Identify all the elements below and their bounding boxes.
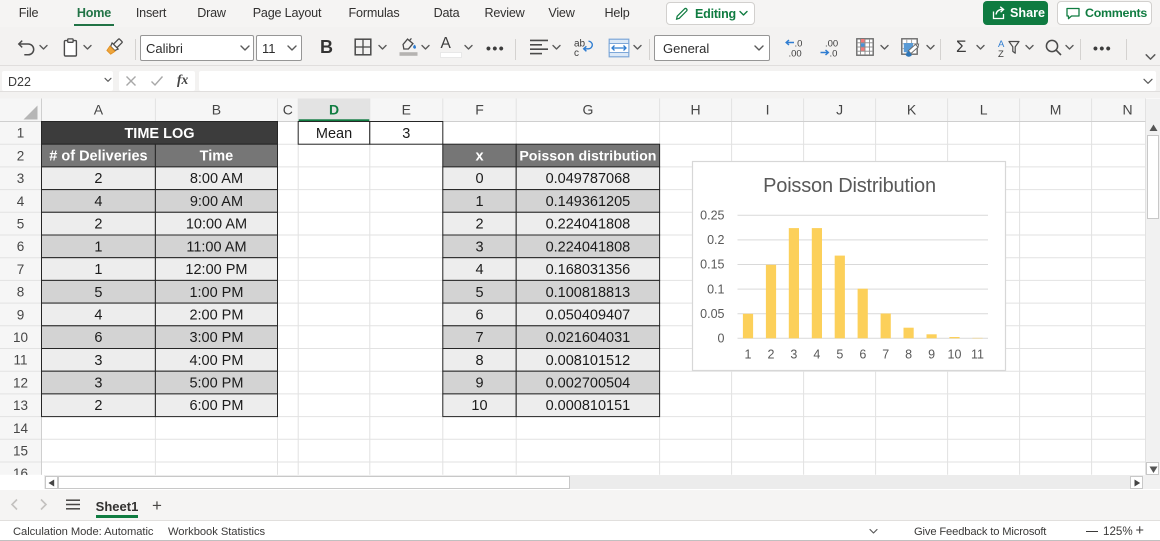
svg-text:2: 2 [768, 348, 775, 362]
svg-text:2:00 PM: 2:00 PM [189, 308, 243, 324]
svg-text:C: C [283, 102, 293, 118]
svg-text:L: L [980, 102, 988, 118]
svg-text:# of Deliveries: # of Deliveries [49, 149, 147, 165]
svg-text:x: x [475, 149, 483, 165]
svg-text:11: 11 [971, 348, 984, 362]
svg-text:1: 1 [94, 262, 102, 278]
svg-text:2: 2 [94, 171, 102, 187]
svg-text:10: 10 [948, 348, 962, 362]
svg-text:15: 15 [13, 444, 28, 459]
svg-text:3: 3 [94, 353, 102, 369]
svg-text:0: 0 [718, 332, 725, 346]
svg-text:J: J [836, 102, 843, 118]
svg-text:B: B [212, 102, 221, 118]
svg-text:8: 8 [905, 348, 912, 362]
svg-text:1: 1 [94, 239, 102, 255]
svg-text:12: 12 [13, 375, 28, 390]
svg-text:TIME LOG: TIME LOG [124, 126, 194, 142]
svg-text:8: 8 [17, 285, 25, 300]
svg-text:M: M [1050, 102, 1062, 118]
svg-text:5: 5 [17, 217, 25, 232]
svg-text:5: 5 [94, 285, 102, 301]
svg-text:1: 1 [475, 194, 483, 210]
svg-text:0.002700504: 0.002700504 [546, 376, 631, 392]
svg-text:2: 2 [475, 217, 483, 233]
svg-text:0.149361205: 0.149361205 [546, 194, 631, 210]
svg-text:6: 6 [17, 239, 25, 254]
svg-text:2: 2 [94, 398, 102, 414]
svg-text:4: 4 [17, 194, 25, 209]
svg-text:11: 11 [13, 353, 27, 368]
svg-text:0.168031356: 0.168031356 [546, 262, 631, 278]
svg-text:0.100818813: 0.100818813 [546, 285, 631, 301]
svg-text:6:00 PM: 6:00 PM [189, 398, 243, 414]
svg-text:G: G [582, 102, 593, 118]
svg-text:10:00 AM: 10:00 AM [186, 217, 247, 233]
svg-text:0.15: 0.15 [700, 258, 724, 272]
svg-text:4: 4 [813, 348, 820, 362]
svg-text:2: 2 [17, 148, 25, 163]
svg-text:5:00 PM: 5:00 PM [189, 376, 243, 392]
svg-text:A: A [94, 102, 104, 118]
svg-text:5: 5 [475, 285, 483, 301]
svg-text:6: 6 [475, 308, 483, 324]
svg-text:13: 13 [13, 398, 28, 413]
svg-text:4: 4 [94, 308, 102, 324]
svg-text:6: 6 [94, 330, 102, 346]
svg-text:4: 4 [475, 262, 483, 278]
svg-text:Poisson distribution: Poisson distribution [519, 149, 656, 165]
svg-text:9:00 AM: 9:00 AM [190, 194, 243, 210]
svg-text:K: K [907, 102, 917, 118]
svg-text:0.2: 0.2 [707, 233, 724, 247]
svg-text:7: 7 [475, 330, 483, 346]
svg-text:1: 1 [745, 348, 752, 362]
svg-text:3: 3 [94, 376, 102, 392]
svg-text:9: 9 [928, 348, 935, 362]
svg-text:0.021604031: 0.021604031 [546, 330, 631, 346]
svg-text:3:00 PM: 3:00 PM [189, 330, 243, 346]
svg-text:E: E [402, 102, 411, 118]
svg-text:0.224041808: 0.224041808 [546, 217, 631, 233]
svg-text:14: 14 [13, 421, 29, 436]
svg-text:12:00 PM: 12:00 PM [185, 262, 247, 278]
svg-text:N: N [1122, 102, 1132, 118]
svg-text:2: 2 [94, 217, 102, 233]
svg-text:4:00 PM: 4:00 PM [189, 353, 243, 369]
svg-text:0.000810151: 0.000810151 [546, 398, 631, 414]
svg-text:0: 0 [475, 171, 483, 187]
svg-text:1:00 PM: 1:00 PM [189, 285, 243, 301]
svg-text:Poisson Distribution: Poisson Distribution [763, 175, 936, 197]
svg-text:I: I [766, 102, 770, 118]
svg-text:4: 4 [94, 194, 102, 210]
svg-text:Time: Time [200, 149, 234, 165]
svg-text:7: 7 [17, 262, 25, 277]
svg-text:6: 6 [859, 348, 866, 362]
svg-text:11:00 AM: 11:00 AM [186, 239, 246, 255]
svg-text:H: H [691, 102, 701, 118]
svg-text:0.008101512: 0.008101512 [546, 353, 631, 369]
svg-text:3: 3 [402, 126, 410, 142]
svg-text:3: 3 [790, 348, 797, 362]
svg-text:3: 3 [475, 239, 483, 255]
svg-text:8: 8 [475, 353, 483, 369]
svg-text:9: 9 [17, 307, 25, 322]
svg-text:0.1: 0.1 [707, 282, 724, 296]
svg-text:5: 5 [836, 348, 843, 362]
svg-text:0.049787068: 0.049787068 [546, 171, 631, 187]
svg-text:0.224041808: 0.224041808 [546, 239, 631, 255]
svg-text:0.05: 0.05 [700, 307, 724, 321]
svg-text:8:00 AM: 8:00 AM [190, 171, 243, 187]
svg-text:1: 1 [17, 126, 25, 141]
svg-text:7: 7 [882, 348, 889, 362]
svg-text:3: 3 [17, 171, 25, 186]
svg-text:D: D [329, 102, 339, 118]
svg-text:0.25: 0.25 [700, 209, 724, 223]
svg-text:10: 10 [13, 330, 28, 345]
svg-text:10: 10 [471, 398, 487, 414]
svg-text:F: F [475, 102, 484, 118]
svg-text:9: 9 [475, 376, 483, 392]
svg-text:Mean: Mean [316, 126, 352, 142]
svg-text:0.050409407: 0.050409407 [546, 308, 631, 324]
